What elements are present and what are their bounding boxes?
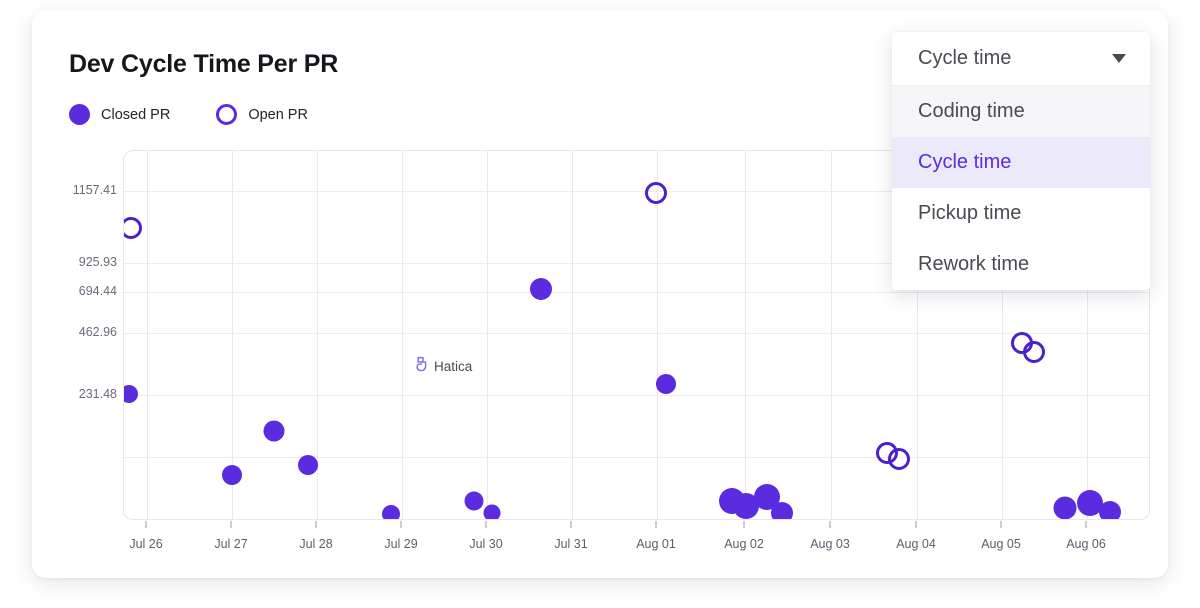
- data-point-closed-pr[interactable]: [222, 465, 242, 485]
- data-point-closed-pr[interactable]: [656, 374, 676, 394]
- metric-dropdown-menu: Coding time Cycle time Pickup time Rework t…: [892, 86, 1150, 290]
- data-point-closed-pr[interactable]: [771, 502, 793, 519]
- data-point-open-pr[interactable]: [645, 182, 667, 204]
- metric-dropdown-option-label: Pickup time: [918, 202, 1022, 224]
- data-point-closed-pr[interactable]: [530, 278, 552, 300]
- data-point-closed-pr[interactable]: [483, 504, 501, 519]
- metric-dropdown-option-coding-time[interactable]: Coding time: [892, 86, 1150, 137]
- gridline-vertical: [402, 151, 403, 519]
- data-point-closed-pr[interactable]: [263, 420, 285, 442]
- y-axis-tick-label: 231.48: [78, 387, 117, 401]
- y-axis-tick-label: 925.93: [78, 255, 117, 269]
- legend-item-open-pr[interactable]: Open PR: [216, 104, 308, 125]
- data-point-closed-pr[interactable]: [1099, 501, 1121, 519]
- chevron-down-icon[interactable]: [1112, 54, 1126, 63]
- data-point-closed-pr[interactable]: [298, 455, 318, 475]
- watermark: Hatica: [414, 356, 472, 377]
- gridline-vertical: [745, 151, 746, 519]
- metric-dropdown-option-label: Cycle time: [918, 151, 1012, 173]
- metric-dropdown-trigger[interactable]: Cycle time: [892, 32, 1150, 86]
- metric-dropdown[interactable]: Cycle time Coding time Cycle time Pickup t…: [892, 32, 1150, 290]
- y-axis-tick-label: 462.96: [78, 325, 117, 339]
- gridline-horizontal: [124, 292, 1149, 293]
- y-axis-tick-labels: 1157.41 925.93 694.44 462.96 231.48: [0, 0, 117, 608]
- data-point-open-pr[interactable]: [1023, 341, 1045, 363]
- metric-dropdown-option-cycle-time[interactable]: Cycle time: [892, 137, 1150, 188]
- data-point-open-pr[interactable]: [888, 448, 910, 470]
- data-point-open-pr[interactable]: [124, 217, 142, 239]
- gridline-horizontal: [124, 395, 1149, 396]
- open-circle-icon: [216, 104, 238, 125]
- gridline-vertical: [657, 151, 658, 519]
- gridline-vertical: [572, 151, 573, 519]
- screenshot-root: Dev Cycle Time Per PR Closed PR Open PR …: [0, 0, 1200, 608]
- gridline-vertical: [487, 151, 488, 519]
- metric-dropdown-option-label: Rework time: [918, 253, 1030, 275]
- data-point-closed-pr[interactable]: [382, 505, 400, 519]
- data-point-closed-pr[interactable]: [124, 385, 138, 403]
- gridline-horizontal: [124, 457, 1149, 458]
- metric-dropdown-option-label: Coding time: [918, 100, 1025, 122]
- y-axis-tick-label: 694.44: [78, 284, 117, 298]
- gridline-horizontal: [124, 333, 1149, 334]
- hatica-logo-icon: [414, 356, 429, 377]
- gridline-vertical: [147, 151, 148, 519]
- metric-dropdown-trigger-label: Cycle time: [918, 47, 1012, 69]
- y-axis-tick-label: 1157.41: [72, 183, 117, 197]
- gridline-vertical: [232, 151, 233, 519]
- metric-dropdown-option-rework-time[interactable]: Rework time: [892, 239, 1150, 290]
- data-point-closed-pr[interactable]: [464, 491, 484, 511]
- gridline-vertical: [831, 151, 832, 519]
- metric-dropdown-option-pickup-time[interactable]: Pickup time: [892, 188, 1150, 239]
- watermark-label: Hatica: [434, 359, 473, 374]
- data-point-closed-pr[interactable]: [1053, 496, 1077, 519]
- legend-label-open-pr: Open PR: [248, 106, 308, 123]
